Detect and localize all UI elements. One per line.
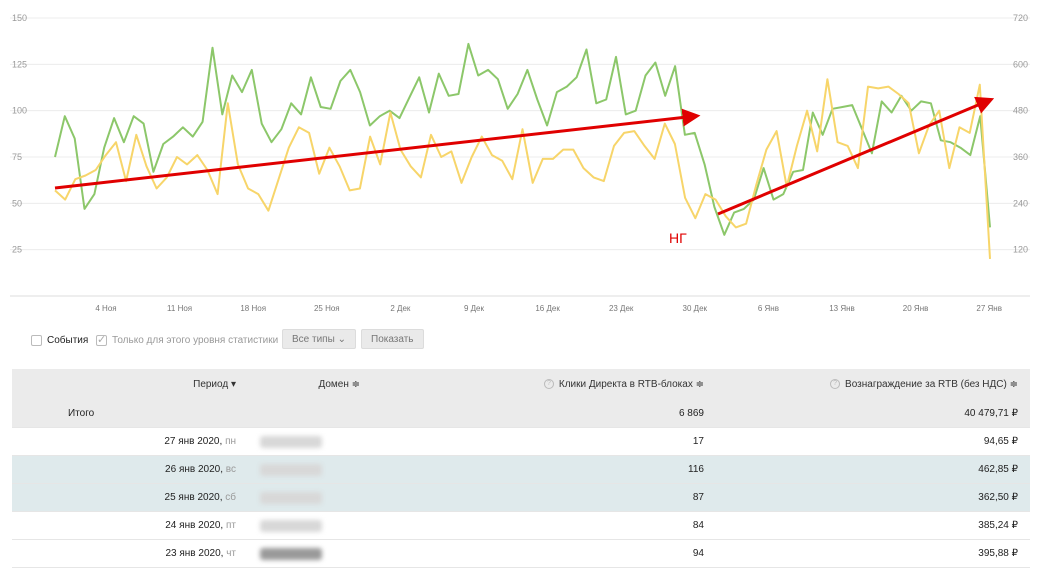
table-row: 26 янв 2020, вс 116 462,85 ₽	[12, 455, 1030, 484]
period-column-header[interactable]: Период ▾	[12, 369, 248, 399]
total-reward: 40 479,71 ₽	[716, 399, 1030, 428]
total-domain-cell	[248, 399, 372, 428]
total-clicks: 6 869	[372, 399, 716, 428]
y-right-tick-label: 360	[1013, 152, 1028, 162]
clicks-cell: 116	[372, 455, 716, 484]
weekday-text: сб	[225, 492, 236, 503]
x-tick-label: 27 Янв	[976, 304, 1002, 313]
date-text: 27 янв 2020,	[164, 436, 223, 447]
y-left-tick-label: 75	[12, 152, 22, 162]
total-row: Итого 6 869 40 479,71 ₽	[12, 399, 1030, 428]
blurred-domain	[260, 519, 322, 532]
y-left-tick-label: 125	[12, 59, 27, 69]
table-row: 25 янв 2020, сб 87 362,50 ₽	[12, 483, 1030, 512]
table-row: 24 янв 2020, пт 84 385,24 ₽	[12, 511, 1030, 540]
table-header-row: Период ▾ Домен ≑ ? Клики Директа в RTB-бл…	[12, 369, 1030, 399]
reward-cell: 385,24 ₽	[716, 511, 1030, 540]
clicks-column-header[interactable]: ? Клики Директа в RTB-блоках ≑	[372, 369, 716, 399]
date-cell: 25 янв 2020, сб	[12, 483, 248, 512]
date-cell: 27 янв 2020, пн	[12, 427, 248, 456]
y-left-tick-label: 100	[12, 106, 27, 116]
clicks-cell: 84	[372, 511, 716, 540]
help-icon[interactable]: ?	[543, 378, 554, 389]
clicks-header-label: Клики Директа в RTB-блоках ≑	[558, 378, 704, 390]
y-right-tick-label: 240	[1013, 198, 1028, 208]
date-cell: 23 янв 2020, чт	[12, 539, 248, 568]
domain-cell	[248, 511, 372, 540]
x-tick-label: 13 Янв	[829, 304, 855, 313]
chart-series	[54, 42, 991, 259]
weekday-text: пт	[226, 520, 236, 531]
total-label: Итого	[12, 399, 248, 428]
weekday-text: пн	[225, 436, 236, 447]
reward-cell: 395,88 ₽	[716, 539, 1030, 568]
domain-cell	[248, 539, 372, 568]
statistics-table: Период ▾ Домен ≑ ? Клики Директа в RTB-бл…	[12, 369, 1030, 568]
x-tick-label: 4 Ноя	[95, 304, 116, 313]
table-row: 23 янв 2020, чт 94 395,88 ₽	[12, 539, 1030, 568]
weekday-text: чт	[226, 548, 236, 559]
chart-controls: События Только для этого уровня статисти…	[0, 326, 1040, 356]
reward-header-label: Вознаграждение за RTB (без НДС) ≑	[845, 378, 1018, 390]
domain-cell	[248, 455, 372, 484]
domain-column-header[interactable]: Домен ≑	[248, 369, 372, 399]
types-dropdown-button[interactable]: Все типы ⌄	[282, 329, 356, 349]
show-button[interactable]: Показать	[361, 329, 424, 349]
events-checkbox-box[interactable]	[31, 335, 42, 346]
clicks-series-line	[54, 42, 991, 236]
chart-grid	[10, 17, 1030, 297]
date-text: 26 янв 2020,	[165, 464, 224, 475]
date-cell: 26 янв 2020, вс	[12, 455, 248, 484]
y-left-tick-label: 50	[12, 198, 22, 208]
weekday-text: вс	[225, 464, 236, 475]
help-icon[interactable]: ?	[830, 378, 841, 389]
x-tick-label: 18 Ноя	[240, 304, 266, 313]
reward-column-header[interactable]: ? Вознаграждение за RTB (без НДС) ≑	[716, 369, 1030, 399]
clicks-cell: 94	[372, 539, 716, 568]
reward-cell: 462,85 ₽	[716, 455, 1030, 484]
types-dropdown-label: Все типы	[292, 334, 335, 345]
x-tick-label: 6 Янв	[758, 304, 779, 313]
blurred-domain	[260, 463, 322, 476]
reward-cell: 362,50 ₽	[716, 483, 1030, 512]
only-level-checkbox-box[interactable]	[96, 333, 107, 346]
y-right-tick-label: 480	[1013, 106, 1028, 116]
x-tick-label: 2 Дек	[390, 304, 411, 313]
x-tick-label: 23 Дек	[609, 304, 634, 313]
events-label: События	[47, 335, 89, 346]
chevron-down-icon: ⌄	[337, 334, 346, 345]
reward-cell: 94,65 ₽	[716, 427, 1030, 456]
x-tick-label: 16 Дек	[535, 304, 560, 313]
y-left-tick-label: 150	[12, 13, 27, 23]
clicks-cell: 17	[372, 427, 716, 456]
statistics-chart: 150 720 125 600 100 480 75 360 50 240 25 120 4 Ноя 11…	[10, 13, 1030, 313]
date-text: 24 янв 2020,	[165, 520, 224, 531]
date-text: 25 янв 2020,	[164, 492, 223, 503]
new-year-annotation: НГ	[669, 230, 687, 246]
domain-cell	[248, 483, 372, 512]
domain-cell	[248, 427, 372, 456]
blurred-domain	[260, 435, 322, 448]
date-cell: 24 янв 2020, пт	[12, 511, 248, 540]
x-tick-label: 30 Дек	[683, 304, 708, 313]
x-tick-label: 11 Ноя	[167, 304, 192, 313]
show-button-label: Показать	[371, 334, 414, 345]
blurred-domain	[260, 491, 322, 504]
y-right-tick-label: 120	[1013, 245, 1028, 255]
chart-tick-labels: 150 720 125 600 100 480 75 360 50 240 25 120 4 Ноя 11…	[12, 13, 1028, 313]
clicks-cell: 87	[372, 483, 716, 512]
x-tick-label: 25 Ноя	[314, 304, 340, 313]
y-right-tick-label: 720	[1013, 13, 1028, 23]
x-tick-label: 20 Янв	[903, 304, 929, 313]
events-checkbox[interactable]: События	[31, 335, 88, 346]
only-level-checkbox[interactable]: Только для этого уровня статистики	[96, 333, 279, 346]
y-right-tick-label: 600	[1013, 59, 1028, 69]
trend-arrow-1	[54, 108, 701, 190]
only-level-label: Только для этого уровня статистики	[112, 335, 279, 346]
date-text: 23 янв 2020,	[165, 548, 224, 559]
y-left-tick-label: 25	[12, 245, 22, 255]
table-row: 27 янв 2020, пн 17 94,65 ₽	[12, 427, 1030, 456]
x-tick-label: 9 Дек	[464, 304, 485, 313]
